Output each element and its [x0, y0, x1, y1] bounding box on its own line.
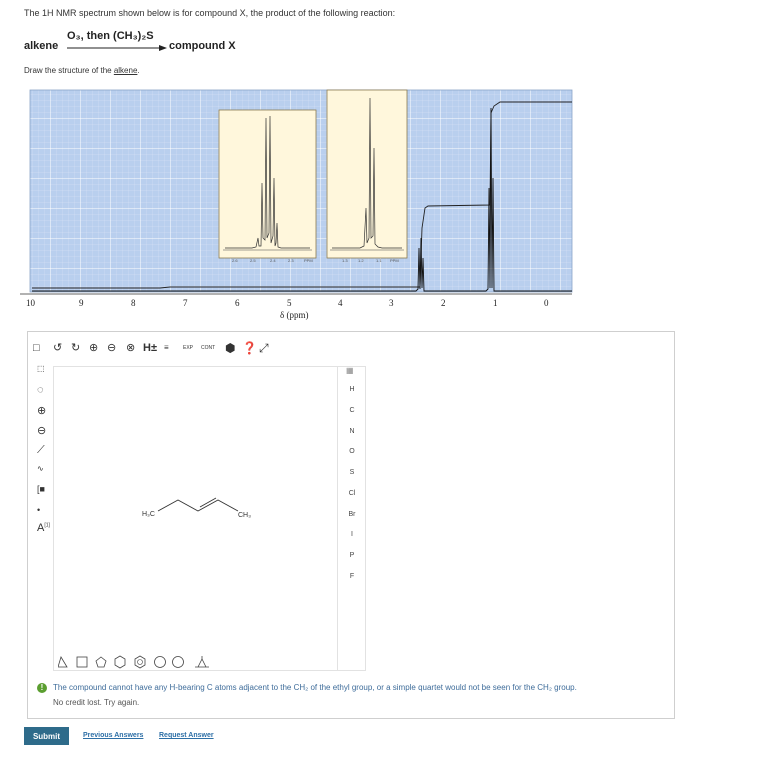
drawn-molecule[interactable]: H₃C CH₃	[140, 490, 260, 520]
svg-text:2.4: 2.4	[270, 258, 276, 263]
benzene-icon[interactable]	[134, 655, 146, 669]
svg-text:1: 1	[493, 298, 498, 308]
alkene-link[interactable]: alkene	[114, 66, 138, 75]
svg-text:5: 5	[287, 298, 292, 308]
svg-text:7: 7	[183, 298, 188, 308]
negative-charge-icon[interactable]: ⊖	[37, 424, 46, 437]
svg-text:4: 4	[338, 298, 343, 308]
ring-templates	[58, 655, 209, 669]
right-methyl-label: CH₃	[238, 512, 251, 519]
svg-text:2.6: 2.6	[232, 258, 238, 263]
inset-quartet: 2.6 2.5 2.4 2.3 PPM	[218, 109, 317, 263]
zoom-out-icon[interactable]: ⊖	[107, 341, 116, 355]
explicit-h-button[interactable]: H±	[143, 341, 157, 355]
element-o[interactable]: O	[338, 448, 366, 455]
eraser-icon[interactable]: ◌	[37, 384, 44, 396]
reagents-label: O₃, then (CH₃)₂S	[67, 30, 154, 42]
element-n[interactable]: N	[338, 428, 366, 435]
positive-charge-icon[interactable]: ⊕	[37, 404, 46, 417]
help-icon[interactable]: ❓	[242, 341, 257, 355]
info-icon[interactable]: ⬢	[225, 341, 235, 355]
feedback-message: The compound cannot have any H-bearing C…	[53, 683, 577, 692]
svg-text:PPM: PPM	[304, 258, 313, 263]
element-p[interactable]: P	[338, 552, 366, 559]
cyclopentane-icon[interactable]	[95, 656, 107, 668]
submit-button[interactable]: Submit	[24, 727, 69, 745]
new-document-icon[interactable]: □	[33, 341, 40, 355]
question-prompt: The 1H NMR spectrum shown below is for c…	[24, 8, 396, 18]
inset-triplet: 1.3 1.2 1.1 PPM	[326, 89, 408, 263]
element-f[interactable]: F	[338, 573, 366, 580]
svg-text:9: 9	[79, 298, 84, 308]
svg-text:3: 3	[389, 298, 394, 308]
feedback-sub: No credit lost. Try again.	[53, 698, 140, 707]
chain-icon[interactable]: ∿	[37, 464, 44, 473]
svg-text:0: 0	[544, 298, 549, 308]
cyclopropane-icon[interactable]	[58, 656, 68, 668]
element-c[interactable]: C	[338, 407, 366, 414]
2d-clean-icon[interactable]: ≡	[164, 341, 169, 355]
reactant-label: alkene	[24, 40, 59, 52]
cyclohexane-icon[interactable]	[114, 655, 126, 669]
fullscreen-icon[interactable]: ⤢	[259, 341, 269, 355]
contract-button[interactable]: CONT	[201, 341, 215, 355]
bracket-icon[interactable]: [■	[37, 484, 45, 494]
zoom-reset-icon[interactable]: ⊗	[126, 341, 135, 355]
cyclooctane-icon[interactable]	[172, 656, 184, 668]
svg-text:6: 6	[235, 298, 240, 308]
reaction-scheme: alkene O₃, then (CH₃)₂S compound X	[24, 30, 284, 60]
cyclobutane-icon[interactable]	[76, 656, 88, 668]
draw-instruction: Draw the structure of the alkene.	[24, 66, 140, 75]
zoom-in-icon[interactable]: ⊕	[89, 341, 98, 355]
svg-text:2.3: 2.3	[288, 258, 294, 263]
element-h[interactable]: H	[338, 386, 366, 393]
element-br[interactable]: Br	[338, 511, 366, 518]
undo-icon[interactable]: ↺	[53, 341, 62, 355]
lone-pair-icon[interactable]: •	[37, 505, 40, 515]
svg-text:2.5: 2.5	[250, 258, 256, 263]
chair-template-icon[interactable]	[195, 656, 209, 668]
element-s[interactable]: S	[338, 469, 366, 476]
x-axis-label: δ (ppm)	[280, 310, 309, 320]
redo-icon[interactable]: ↻	[71, 341, 80, 355]
cycloheptane-icon[interactable]	[154, 656, 166, 668]
select-icon[interactable]: ⬚	[37, 364, 45, 373]
product-label: compound X	[169, 40, 236, 52]
reaction-arrow-icon	[67, 45, 167, 51]
request-answer-link[interactable]: Request Answer	[159, 732, 214, 739]
single-bond-icon[interactable]: ⟋	[37, 444, 45, 457]
atom-label-icon[interactable]: A[1]	[37, 522, 50, 534]
svg-text:1.2: 1.2	[358, 258, 364, 263]
svg-text:2: 2	[441, 298, 446, 308]
previous-answers-link[interactable]: Previous Answers	[83, 732, 143, 739]
svg-text:1.1: 1.1	[376, 258, 382, 263]
nmr-spectrum: 2.6 2.5 2.4 2.3 PPM 1.3 1.2 1.1 PPM 10 9…	[20, 89, 573, 320]
svg-text:10: 10	[26, 298, 36, 308]
left-methyl-label: H₃C	[142, 511, 155, 518]
alert-icon: !	[37, 683, 47, 693]
expand-button[interactable]: EXP	[183, 341, 193, 355]
svg-text:1.3: 1.3	[342, 258, 348, 263]
svg-text:PPM: PPM	[390, 258, 399, 263]
periodic-table-icon[interactable]: ▦	[346, 366, 354, 375]
element-i[interactable]: I	[338, 531, 366, 538]
element-cl[interactable]: Cl	[338, 490, 366, 497]
svg-text:8: 8	[131, 298, 136, 308]
